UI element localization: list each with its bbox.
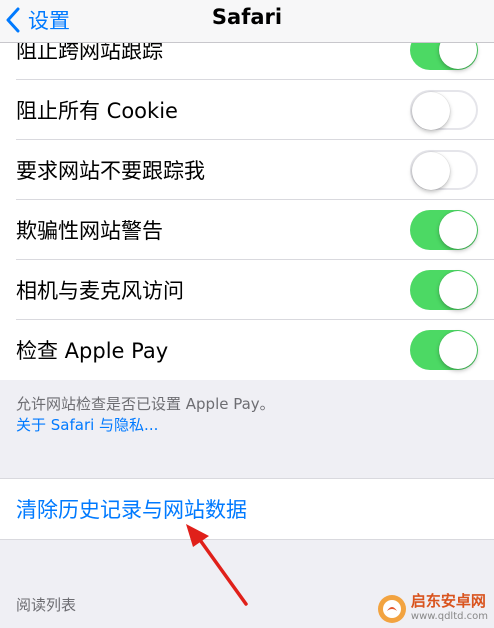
setting-label: 欺骗性网站警告 bbox=[16, 219, 163, 243]
safari-privacy-link[interactable]: 关于 Safari 与隐私... bbox=[16, 415, 476, 436]
toggle-knob bbox=[412, 92, 450, 130]
setting-row-fraudulent-website-warning: 欺骗性网站警告 bbox=[0, 200, 494, 260]
privacy-settings-group: 阻止跨网站跟踪 阻止所有 Cookie 要求网站不要跟踪我 欺骗性网站警告 相机… bbox=[0, 20, 494, 380]
watermark-url: www.qdltd.com bbox=[410, 611, 488, 622]
setting-row-camera-microphone-access: 相机与麦克风访问 bbox=[0, 260, 494, 320]
navigation-bar: 设置 Safari bbox=[0, 0, 494, 43]
privacy-footer: 允许网站检查是否已设置 Apple Pay。 关于 Safari 与隐私... bbox=[16, 394, 476, 436]
watermark-text: 启东安卓网 www.qdltd.com bbox=[411, 594, 488, 624]
toggle-knob bbox=[439, 331, 477, 369]
page-title: Safari bbox=[211, 5, 283, 29]
watermark-name: 启东安卓网 bbox=[410, 592, 486, 610]
setting-label: 阻止所有 Cookie bbox=[16, 99, 178, 123]
apple-pay-note: 允许网站检查是否已设置 Apple Pay。 bbox=[16, 395, 275, 413]
setting-row-do-not-track: 要求网站不要跟踪我 bbox=[0, 140, 494, 200]
camera-microphone-access-toggle[interactable] bbox=[410, 270, 478, 310]
qidong-logo-icon bbox=[377, 595, 406, 623]
fraudulent-website-warning-toggle[interactable] bbox=[410, 210, 478, 250]
check-apple-pay-toggle[interactable] bbox=[410, 330, 478, 370]
do-not-track-toggle[interactable] bbox=[410, 150, 478, 190]
toggle-knob bbox=[439, 211, 477, 249]
watermark: 启东安卓网 www.qdltd.com bbox=[377, 594, 488, 624]
toggle-knob bbox=[412, 152, 450, 190]
setting-row-check-apple-pay: 检查 Apple Pay bbox=[0, 320, 494, 380]
block-all-cookies-toggle[interactable] bbox=[410, 90, 478, 130]
setting-label: 要求网站不要跟踪我 bbox=[16, 159, 205, 183]
setting-row-block-all-cookies: 阻止所有 Cookie bbox=[0, 80, 494, 140]
reading-list-header: 阅读列表 bbox=[16, 596, 77, 614]
clear-history-button[interactable]: 清除历史记录与网站数据 bbox=[0, 478, 494, 540]
toggle-knob bbox=[439, 271, 477, 309]
setting-label: 检查 Apple Pay bbox=[16, 339, 169, 363]
setting-label: 相机与麦克风访问 bbox=[16, 279, 184, 303]
clear-history-label: 清除历史记录与网站数据 bbox=[16, 498, 247, 522]
